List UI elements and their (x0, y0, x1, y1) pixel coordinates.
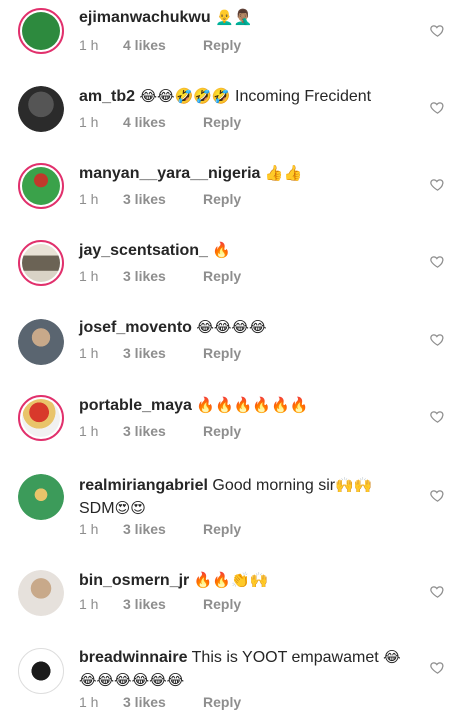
timestamp: 1 h (79, 37, 99, 53)
reply-button[interactable]: Reply (203, 596, 241, 612)
reply-button[interactable]: Reply (203, 268, 241, 284)
timestamp: 1 h (79, 694, 99, 710)
reply-button[interactable]: Reply (203, 191, 241, 207)
comment-item: breadwinnaire This is YOOT empawamet 😂 😂… (0, 640, 472, 710)
comment-list: ejimanwachukwu 👨‍🦲🤦🏽‍♂️ 1 h 4 likes Repl… (0, 0, 472, 710)
comment-item: portable_maya 🔥🔥🔥🔥🔥🔥 1 h 3 likes Reply (0, 386, 472, 464)
comment-meta: 1 h 3 likes Reply (79, 521, 241, 537)
avatar[interactable] (18, 163, 64, 209)
reply-button[interactable]: Reply (203, 521, 241, 537)
comment-text: bin_osmern_jr 🔥🔥👏🙌 (79, 569, 409, 592)
username[interactable]: jay_scentsation_ (79, 242, 208, 259)
like-count[interactable]: 3 likes (123, 423, 185, 439)
like-count[interactable]: 3 likes (123, 694, 185, 710)
like-count[interactable]: 3 likes (123, 268, 185, 284)
reply-button[interactable]: Reply (203, 345, 241, 361)
comment-text: josef_movento 😂😂😂😂 (79, 316, 409, 339)
comment-item: realmiriangabriel Good morning sir🙌🙌 SDM… (0, 464, 472, 560)
like-count[interactable]: 3 likes (123, 596, 185, 612)
comment-meta: 1 h 3 likes Reply (79, 268, 241, 284)
heart-outline-icon[interactable] (430, 584, 445, 599)
comment-emoji: 😂 (383, 648, 401, 666)
username[interactable]: bin_osmern_jr (79, 572, 189, 589)
like-count[interactable]: 3 likes (123, 521, 185, 537)
heart-outline-icon[interactable] (430, 254, 445, 269)
reply-button[interactable]: Reply (203, 694, 241, 710)
reply-button[interactable]: Reply (203, 114, 241, 130)
timestamp: 1 h (79, 191, 99, 207)
comment-meta: 1 h 4 likes Reply (79, 114, 241, 130)
username[interactable]: breadwinnaire (79, 649, 187, 666)
avatar[interactable] (18, 8, 64, 54)
avatar[interactable] (18, 240, 64, 286)
comment-meta: 1 h 3 likes Reply (79, 191, 241, 207)
username[interactable]: realmiriangabriel (79, 477, 208, 494)
comment-text: portable_maya 🔥🔥🔥🔥🔥🔥 (79, 394, 409, 417)
comment-emoji: 👨‍🦲🤦🏽‍♂️ (215, 8, 253, 26)
timestamp: 1 h (79, 423, 99, 439)
comment-emoji: 👍👍 (264, 164, 303, 182)
username[interactable]: portable_maya (79, 397, 192, 414)
avatar[interactable] (18, 86, 64, 132)
comment-text: realmiriangabriel Good morning sir🙌🙌 SDM… (79, 474, 409, 520)
comment-emoji: 🙌🙌 (335, 476, 373, 494)
timestamp: 1 h (79, 596, 99, 612)
heart-outline-icon[interactable] (430, 488, 445, 503)
comment-text: breadwinnaire This is YOOT empawamet 😂 😂… (79, 646, 409, 692)
timestamp: 1 h (79, 345, 99, 361)
comment-meta: 1 h 4 likes Reply (79, 37, 241, 53)
heart-outline-icon[interactable] (430, 100, 445, 115)
avatar[interactable] (18, 319, 64, 365)
comment-body-line2: SDM (79, 500, 115, 517)
comment-body: Incoming Frecident (235, 88, 372, 105)
username[interactable]: ejimanwachukwu (79, 9, 211, 26)
comment-emoji: 🔥🔥🔥🔥🔥🔥 (196, 396, 309, 414)
comment-text: manyan__yara__nigeria 👍👍 (79, 162, 409, 185)
avatar[interactable] (18, 570, 64, 616)
like-count[interactable]: 4 likes (123, 37, 185, 53)
comment-text: ejimanwachukwu 👨‍🦲🤦🏽‍♂️ (79, 6, 409, 29)
like-count[interactable]: 3 likes (123, 191, 185, 207)
reply-button[interactable]: Reply (203, 423, 241, 439)
heart-outline-icon[interactable] (430, 177, 445, 192)
comment-item: jay_scentsation_ 🔥 1 h 3 likes Reply (0, 231, 472, 308)
comment-item: ejimanwachukwu 👨‍🦲🤦🏽‍♂️ 1 h 4 likes Repl… (0, 0, 472, 75)
timestamp: 1 h (79, 521, 99, 537)
comment-item: manyan__yara__nigeria 👍👍 1 h 3 likes Rep… (0, 154, 472, 231)
comment-meta: 1 h 3 likes Reply (79, 596, 241, 612)
comment-meta: 1 h 3 likes Reply (79, 694, 241, 710)
heart-outline-icon[interactable] (430, 332, 445, 347)
username[interactable]: josef_movento (79, 319, 192, 336)
comment-text: jay_scentsation_ 🔥 (79, 239, 409, 262)
comment-body: Good morning sir (212, 477, 336, 494)
comment-emoji: 😂😂🤣🤣🤣 (139, 87, 231, 105)
avatar[interactable] (18, 648, 64, 694)
username[interactable]: manyan__yara__nigeria (79, 165, 260, 182)
heart-outline-icon[interactable] (430, 409, 445, 424)
comment-item: bin_osmern_jr 🔥🔥👏🙌 1 h 3 likes Reply (0, 560, 472, 640)
comment-meta: 1 h 3 likes Reply (79, 345, 241, 361)
timestamp: 1 h (79, 268, 99, 284)
reply-button[interactable]: Reply (203, 37, 241, 53)
heart-outline-icon[interactable] (430, 660, 445, 675)
comment-emoji: 😍😍 (114, 499, 146, 517)
comment-emoji: 😂😂😂😂 (196, 318, 267, 336)
avatar[interactable] (18, 474, 64, 520)
heart-outline-icon[interactable] (430, 23, 445, 38)
like-count[interactable]: 4 likes (123, 114, 185, 130)
like-count[interactable]: 3 likes (123, 345, 185, 361)
comment-item: josef_movento 😂😂😂😂 1 h 3 likes Reply (0, 308, 472, 386)
avatar[interactable] (18, 395, 64, 441)
comment-emoji: 😂😂😂😂😂😂 (79, 671, 185, 689)
comment-emoji: 🔥 (212, 241, 232, 259)
comment-body: This is YOOT empawamet (191, 649, 379, 666)
comment-item: am_tb2 😂😂🤣🤣🤣 Incoming Frecident 1 h 4 li… (0, 77, 472, 154)
comment-emoji: 🔥🔥👏🙌 (193, 571, 269, 589)
timestamp: 1 h (79, 114, 99, 130)
comment-text: am_tb2 😂😂🤣🤣🤣 Incoming Frecident (79, 85, 409, 108)
comment-meta: 1 h 3 likes Reply (79, 423, 241, 439)
username[interactable]: am_tb2 (79, 88, 135, 105)
